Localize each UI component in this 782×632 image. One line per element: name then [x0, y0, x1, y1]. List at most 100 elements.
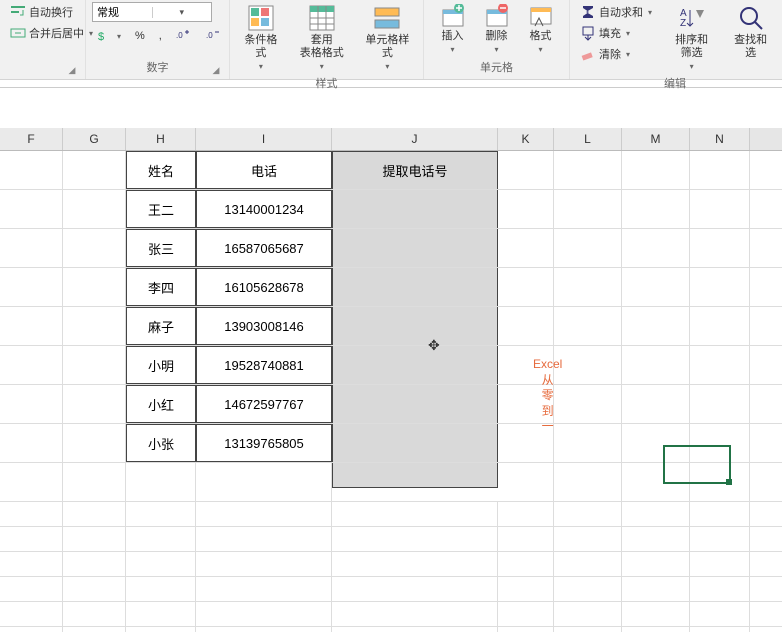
cell[interactable]	[554, 268, 622, 306]
cell[interactable]	[690, 602, 750, 626]
cell[interactable]	[554, 577, 622, 601]
cell[interactable]	[0, 385, 63, 423]
column-header-I[interactable]: I	[196, 128, 332, 150]
cell[interactable]	[0, 627, 63, 632]
cell[interactable]	[498, 552, 554, 576]
cell[interactable]	[554, 424, 622, 462]
cell[interactable]: 14672597767	[196, 385, 332, 423]
cell[interactable]	[690, 502, 750, 526]
cell[interactable]	[126, 502, 196, 526]
cell[interactable]	[690, 552, 750, 576]
cell[interactable]	[690, 229, 750, 267]
cell[interactable]	[63, 424, 126, 462]
cell[interactable]: 19528740881	[196, 346, 332, 384]
cell[interactable]	[196, 527, 332, 551]
cell[interactable]	[332, 424, 498, 462]
cell[interactable]	[0, 307, 63, 345]
cell[interactable]	[690, 268, 750, 306]
format-button[interactable]: 格式 ▾	[523, 2, 559, 56]
column-header-J[interactable]: J	[332, 128, 498, 150]
number-format-combo[interactable]: 常规 ▾	[92, 2, 212, 22]
column-header-K[interactable]: K	[498, 128, 554, 150]
cell[interactable]	[690, 577, 750, 601]
cell[interactable]	[196, 627, 332, 632]
cell[interactable]	[498, 229, 554, 267]
cell[interactable]	[498, 307, 554, 345]
wrap-text-button[interactable]: 自动换行	[6, 2, 97, 22]
cell[interactable]	[498, 151, 554, 189]
cell[interactable]	[332, 307, 498, 345]
chevron-down-icon[interactable]: ▾	[152, 7, 212, 18]
cell[interactable]	[690, 151, 750, 189]
cell[interactable]	[554, 502, 622, 526]
cell[interactable]	[0, 552, 63, 576]
increase-decimal-button[interactable]: .0	[172, 26, 196, 46]
cell[interactable]	[0, 602, 63, 626]
cell[interactable]	[690, 527, 750, 551]
cell[interactable]	[690, 627, 750, 632]
cell[interactable]	[622, 229, 690, 267]
merge-center-button[interactable]: 合并后居中 ▾	[6, 23, 97, 43]
column-header-L[interactable]: L	[554, 128, 622, 150]
cell-styles-button[interactable]: 单元格样式 ▾	[358, 2, 417, 73]
cell[interactable]	[0, 424, 63, 462]
cell[interactable]	[0, 151, 63, 189]
comma-style-button[interactable]: ,	[155, 28, 166, 44]
cell[interactable]	[332, 385, 498, 423]
cell[interactable]: 提取电话号	[332, 151, 498, 189]
cell[interactable]	[332, 190, 498, 228]
cell[interactable]	[332, 229, 498, 267]
find-select-button[interactable]: 查找和选	[727, 2, 774, 62]
cell[interactable]	[63, 385, 126, 423]
cell[interactable]	[63, 552, 126, 576]
cell[interactable]	[0, 268, 63, 306]
cell[interactable]	[622, 552, 690, 576]
cell[interactable]	[126, 463, 196, 501]
cell[interactable]	[126, 527, 196, 551]
cell[interactable]: 小张	[126, 424, 196, 462]
spreadsheet-grid[interactable]: FGHIJKLMN 姓名电话提取电话号王二13140001234张三165870…	[0, 88, 782, 632]
cell[interactable]	[332, 577, 498, 601]
decrease-decimal-button[interactable]: .0	[202, 26, 226, 46]
cell[interactable]	[622, 190, 690, 228]
cell[interactable]: 13139765805	[196, 424, 332, 462]
cell[interactable]	[554, 527, 622, 551]
cell[interactable]	[622, 463, 690, 501]
cell[interactable]	[63, 190, 126, 228]
cell[interactable]	[332, 552, 498, 576]
percent-button[interactable]: %	[131, 28, 149, 44]
cell[interactable]	[0, 190, 63, 228]
cell[interactable]: 张三	[126, 229, 196, 267]
cell[interactable]	[126, 602, 196, 626]
cell[interactable]	[332, 346, 498, 384]
cell[interactable]	[0, 229, 63, 267]
cell[interactable]	[63, 627, 126, 632]
cell[interactable]	[690, 190, 750, 228]
column-header-F[interactable]: F	[0, 128, 63, 150]
cell[interactable]: 小明	[126, 346, 196, 384]
format-as-table-button[interactable]: 套用 表格格式 ▾	[294, 2, 350, 73]
cell[interactable]	[196, 552, 332, 576]
cell[interactable]	[332, 463, 498, 488]
cell[interactable]	[0, 577, 63, 601]
cell[interactable]	[622, 307, 690, 345]
cell[interactable]	[332, 602, 498, 626]
cell[interactable]	[332, 502, 498, 526]
cell[interactable]: 麻子	[126, 307, 196, 345]
cell[interactable]	[622, 424, 690, 462]
cell[interactable]	[63, 602, 126, 626]
cell[interactable]	[63, 268, 126, 306]
autosum-button[interactable]: 自动求和 ▾	[576, 2, 656, 22]
cell[interactable]	[622, 527, 690, 551]
cell[interactable]	[63, 527, 126, 551]
cell[interactable]	[498, 268, 554, 306]
cell[interactable]	[0, 502, 63, 526]
cell[interactable]	[690, 424, 750, 462]
cell[interactable]	[0, 463, 63, 501]
cell[interactable]	[622, 385, 690, 423]
cell[interactable]	[0, 527, 63, 551]
cell[interactable]	[63, 502, 126, 526]
cell[interactable]	[554, 346, 622, 384]
cell[interactable]	[332, 627, 498, 632]
cell[interactable]	[554, 552, 622, 576]
